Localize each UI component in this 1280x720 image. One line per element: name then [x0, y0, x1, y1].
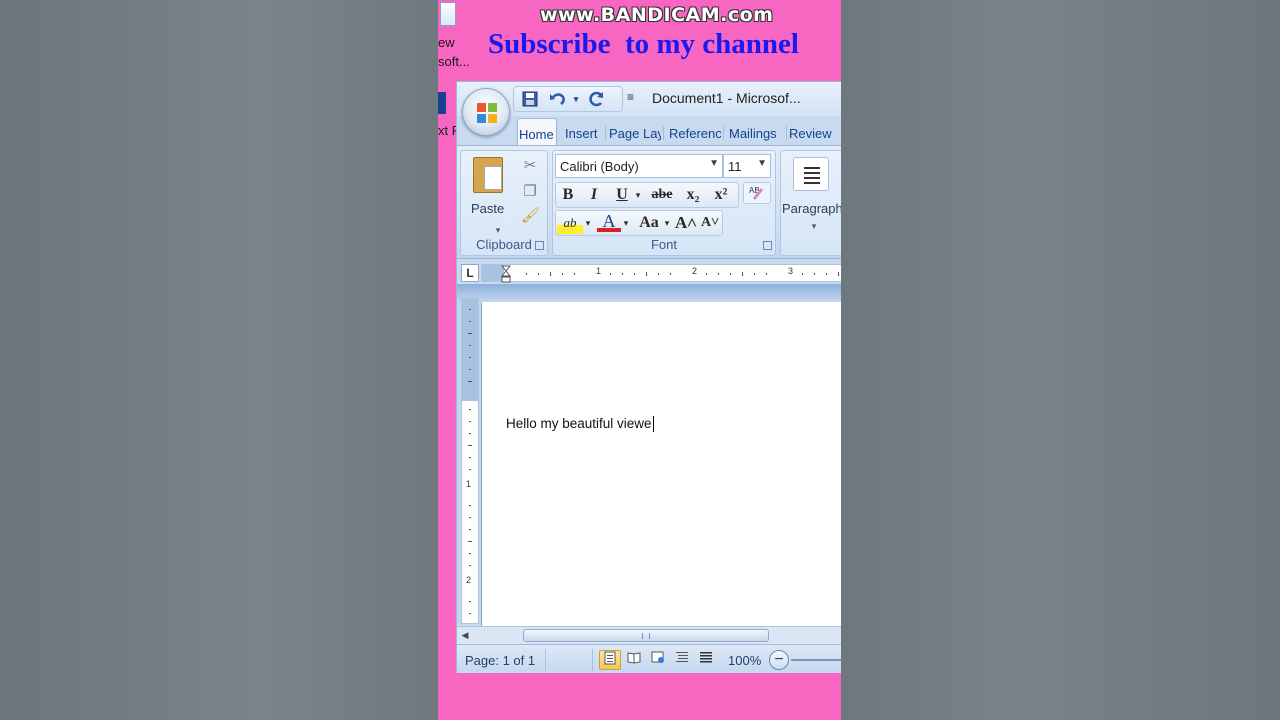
quick-access-toolbar: ▾ [513, 86, 623, 112]
zoom-out-icon[interactable]: − [769, 650, 789, 670]
window-title: Document1 - Microsof... [652, 90, 801, 106]
ruler-number: 1 [596, 266, 602, 276]
zoom-slider[interactable] [791, 659, 841, 661]
underline-dropdown-icon[interactable]: ▾ [633, 184, 643, 206]
font-color-dropdown-icon[interactable]: ▾ [621, 212, 631, 234]
copy-icon[interactable]: ❐ [521, 183, 539, 201]
title-bar: ▾ ≡ Document1 - Microsof... [457, 82, 841, 116]
ruler-number: 3 [788, 266, 794, 276]
font-size-dropdown-icon[interactable]: ▼ [757, 158, 767, 169]
desktop-app-icon[interactable] [438, 92, 446, 114]
text-cursor [652, 416, 654, 433]
clipboard-group: Paste ▾ ✂ ❐ 🖌 Clipboard [460, 150, 548, 256]
print-layout-view-icon[interactable] [599, 650, 621, 670]
vertical-ruler-number: 2 [466, 575, 472, 585]
background-right [841, 0, 1280, 720]
subscribe-caption: Subscribe to my channel [488, 28, 799, 60]
shrink-font-button[interactable]: A˅ [699, 212, 721, 234]
font-group-label: Font [650, 237, 677, 252]
font-group: Calibri (Body) ▼ 11 ▼ B I U ▾ abe x₂ x² … [552, 150, 776, 256]
strikethrough-button[interactable]: abe [647, 184, 677, 206]
outline-view-icon[interactable] [671, 650, 693, 670]
tab-page-layout[interactable]: Page Lay [609, 118, 661, 146]
font-color-button[interactable]: A [597, 210, 621, 232]
scrollbar-grip [642, 633, 650, 639]
grow-font-button[interactable]: A˄ [675, 212, 697, 234]
tab-insert[interactable]: Insert [565, 118, 603, 146]
video-frame: ew soft... xt P www.BANDICAM.com Subscri… [438, 0, 841, 720]
tab-references[interactable]: Referenc [669, 118, 721, 146]
ruler-area: L 1 2 3 [457, 260, 841, 284]
ribbon: Paste ▾ ✂ ❐ 🖌 Clipboard Calibri (Body) ▼… [457, 145, 841, 259]
ribbon-tabs: Home Insert Page Lay Referenc Mailings R… [517, 118, 841, 146]
font-size-value: 11 [728, 159, 742, 174]
qat-customize-icon[interactable]: ≡ [627, 90, 634, 104]
paste-button[interactable]: Paste [471, 201, 504, 216]
font-name-dropdown-icon[interactable]: ▼ [709, 158, 719, 169]
align-text-icon [793, 157, 829, 191]
undo-icon[interactable] [548, 90, 568, 108]
office-button[interactable] [462, 88, 510, 136]
zoom-level[interactable]: 100% [728, 653, 761, 668]
document-area: 1 2 Hello my beautiful viewe [457, 284, 841, 632]
italic-button[interactable]: I [583, 184, 605, 206]
tab-home[interactable]: Home [517, 118, 557, 146]
desktop-icon-label: soft... [438, 54, 470, 69]
clear-formatting-icon: AB [749, 186, 764, 200]
font-size-combo[interactable]: 11 ▼ [723, 154, 771, 178]
highlight-dropdown-icon[interactable]: ▾ [583, 212, 593, 234]
word-window: ▾ ≡ Document1 - Microsof... Home Insert … [456, 81, 841, 673]
highlight-button[interactable]: ab [557, 212, 583, 234]
status-spacer [545, 649, 593, 671]
subscript-button[interactable]: x₂ [681, 184, 705, 206]
clipboard-launcher-icon[interactable] [535, 241, 544, 250]
superscript-button[interactable]: x² [709, 184, 733, 206]
change-case-dropdown-icon[interactable]: ▾ [663, 212, 671, 234]
font-name-combo[interactable]: Calibri (Body) ▼ [555, 154, 723, 178]
vertical-ruler[interactable]: 1 2 [461, 298, 479, 624]
scroll-left-icon[interactable]: ◀ [459, 629, 471, 642]
office-logo-icon [477, 103, 497, 123]
undo-dropdown-icon[interactable]: ▾ [566, 90, 586, 108]
clear-formatting-button[interactable]: AB [743, 182, 771, 204]
font-launcher-icon[interactable] [763, 241, 772, 250]
status-bar: Page: 1 of 1 100% − [457, 644, 841, 673]
horizontal-ruler[interactable]: 1 2 3 [481, 264, 841, 283]
paragraph-group[interactable]: Paragraph ▾ [780, 150, 841, 256]
bandicam-watermark: www.BANDICAM.com [540, 4, 774, 26]
tab-selector[interactable]: L [461, 264, 479, 282]
horizontal-scrollbar[interactable]: ◀ [457, 626, 841, 644]
web-layout-view-icon[interactable] [647, 650, 669, 670]
paragraph-dropdown-icon: ▾ [811, 221, 817, 231]
scrollbar-thumb[interactable] [523, 629, 769, 642]
desktop-file-icon[interactable] [440, 2, 456, 26]
redo-icon[interactable] [586, 90, 606, 108]
font-name-value: Calibri (Body) [560, 159, 639, 174]
change-case-button[interactable]: Aa [635, 212, 663, 234]
save-icon[interactable] [520, 90, 540, 108]
document-page[interactable]: Hello my beautiful viewe [481, 302, 841, 632]
bold-button[interactable]: B [557, 184, 579, 206]
document-text: Hello my beautiful viewe [506, 416, 652, 431]
full-screen-reading-view-icon[interactable] [623, 650, 645, 670]
cut-icon[interactable]: ✂ [521, 157, 539, 175]
paste-icon[interactable] [473, 157, 503, 193]
background-left [0, 0, 438, 720]
underline-button[interactable]: U [611, 184, 633, 206]
ruler-number: 2 [692, 266, 698, 276]
document-text-line[interactable]: Hello my beautiful viewe [506, 416, 654, 433]
desktop-icon-label: ew [438, 35, 455, 50]
tab-mailings[interactable]: Mailings [729, 118, 785, 146]
tab-review[interactable]: Review [789, 118, 839, 146]
page-count-status[interactable]: Page: 1 of 1 [465, 653, 535, 668]
format-painter-icon[interactable]: 🖌 [521, 207, 540, 225]
paragraph-label: Paragraph [782, 201, 841, 216]
draft-view-icon[interactable] [695, 650, 717, 670]
vertical-ruler-number: 1 [466, 479, 472, 489]
